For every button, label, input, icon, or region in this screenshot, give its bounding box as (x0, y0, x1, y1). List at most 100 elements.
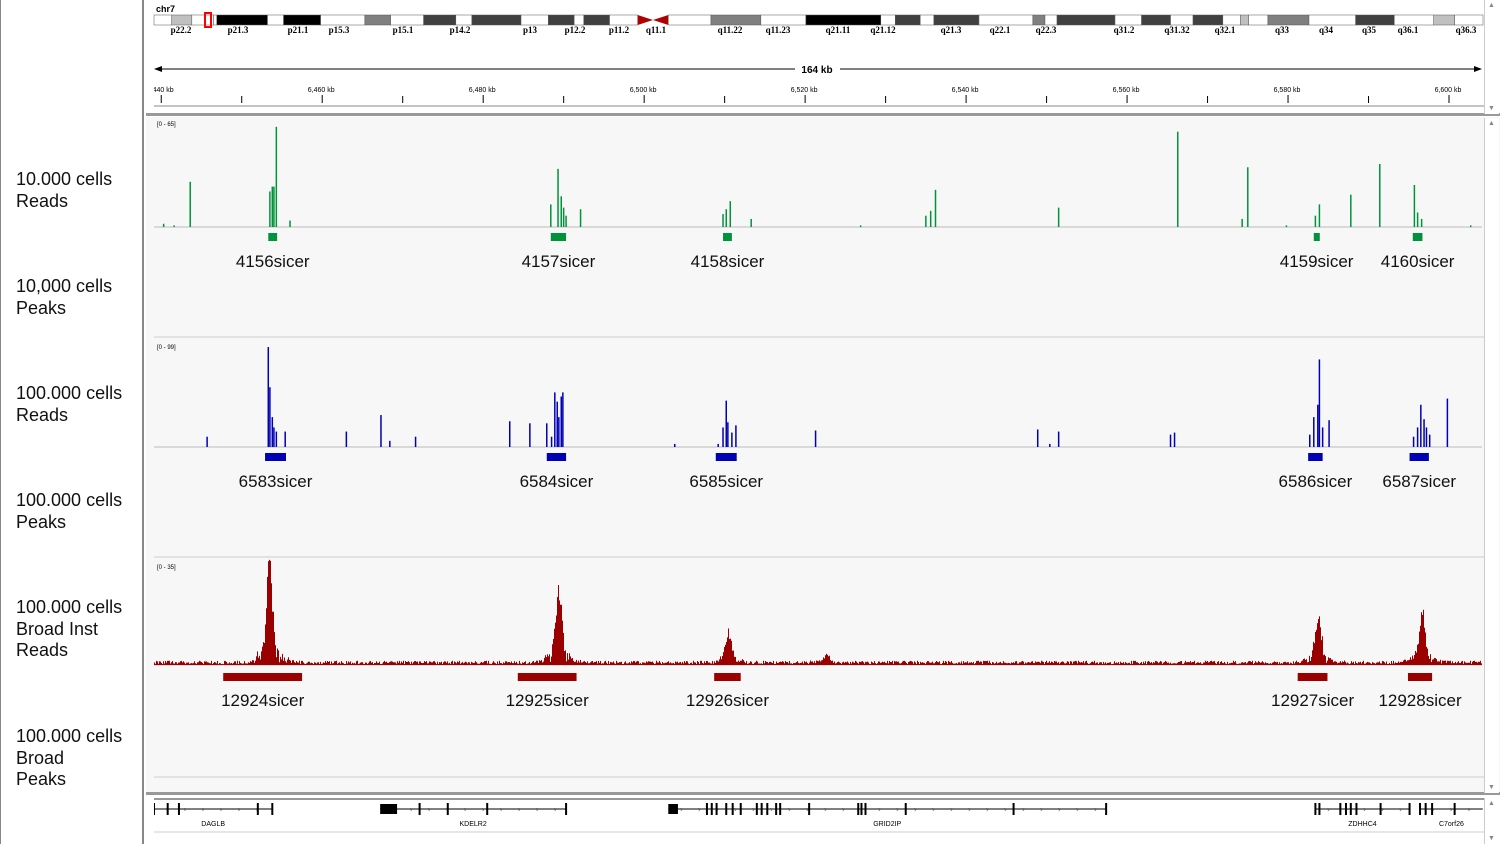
coverage-bar (1000, 661, 1001, 665)
coverage-bar (1009, 663, 1010, 665)
coverage-bar (1183, 663, 1184, 665)
coverage-bar (1463, 663, 1464, 665)
coverage-bar (209, 663, 210, 665)
coverage-bar (193, 663, 194, 665)
peak-label: 6583sicer (239, 472, 313, 491)
coverage-bar (374, 663, 375, 665)
coverage-bar (1104, 663, 1105, 665)
coverage-bar (1422, 614, 1423, 665)
data-range-label: [0 - 35] (157, 565, 176, 571)
coverage-bar (347, 663, 348, 665)
coverage-bar (1114, 661, 1115, 665)
cytoband (320, 14, 366, 26)
coverage-bar (1005, 662, 1006, 665)
coverage-bar (745, 663, 746, 665)
coverage-bar (1285, 225, 1288, 227)
coverage-bar (858, 663, 859, 665)
coverage-bar (1375, 663, 1376, 665)
cytoband (609, 14, 638, 26)
coverage-bar (1213, 661, 1214, 665)
coverage-bar (1452, 661, 1453, 665)
header-scrollbar[interactable]: ▲ ▼ (1484, 0, 1499, 114)
coverage-bar (522, 662, 523, 665)
coverage-bar (304, 663, 305, 665)
coverage-bar (656, 660, 657, 665)
coverage-bar (1317, 404, 1319, 447)
coverage-bar (1320, 627, 1321, 665)
coverage-bar (1481, 663, 1482, 665)
coverage-bar (273, 611, 274, 665)
coverage-bar (247, 663, 248, 665)
coverage-bar (271, 417, 274, 447)
coverage-bar (653, 662, 654, 665)
coverage-bar (1116, 662, 1117, 665)
peak-feature (268, 233, 278, 241)
coverage-bar (448, 663, 449, 665)
coverage-bar (1025, 662, 1026, 665)
coverage-bar (263, 642, 264, 665)
coverage-bar (1310, 660, 1311, 665)
coverage-bar (940, 663, 941, 665)
coverage-bar (750, 661, 751, 665)
coverage-bar (991, 664, 992, 665)
coverage-bar (735, 425, 737, 447)
coverage-bar (312, 663, 313, 665)
coverage-bar (1212, 661, 1213, 665)
exon (1105, 803, 1108, 815)
coverage-bar (484, 661, 485, 665)
coverage-bar (380, 664, 381, 665)
coverage-bar (1139, 663, 1140, 665)
chromosome-ideogram[interactable]: p22.2 p21.3 p21.1 p15.3 p15.1 p14.2 p13 p12.2 p1… (153, 12, 1484, 35)
coverage-bar (165, 660, 166, 665)
span-label: 164 kb (801, 65, 832, 76)
coverage-bar (385, 662, 386, 665)
ruler-tick-label: 6,440 kb (147, 87, 174, 94)
coverage-bar (1321, 427, 1324, 447)
coverage-bar (567, 653, 568, 665)
coverage-bar (819, 660, 820, 665)
coverage-bar (837, 662, 838, 665)
coverage-bar (1279, 662, 1280, 665)
coverage-bar (586, 662, 587, 665)
coverage-bar (679, 662, 680, 665)
coverage-bar (558, 584, 559, 665)
coverage-bar (810, 660, 811, 665)
coverage-bar (1440, 659, 1441, 665)
coverage-bar (993, 662, 994, 665)
coverage-bar (618, 662, 619, 665)
gene-scrollbar[interactable]: ▲ ▼ (1484, 798, 1499, 844)
coverage-bar (804, 661, 805, 665)
coverage-bar (471, 661, 472, 665)
coverage-bar (609, 664, 610, 665)
coverage-bar (1004, 662, 1005, 665)
coverage-bar (1362, 661, 1363, 665)
coverage-bar (1318, 359, 1321, 447)
coverage-bar (1243, 662, 1244, 665)
coverage-bar (870, 664, 871, 665)
coverage-bar (783, 661, 784, 665)
coverage-bar (612, 662, 613, 665)
coverage-bar (903, 660, 904, 665)
coverage-bar (564, 651, 565, 665)
coverage-bar (635, 662, 636, 665)
coverage-bar (882, 661, 883, 665)
coverage-bar (158, 663, 159, 665)
coverage-bar (1167, 662, 1168, 665)
coverage-bar (779, 662, 780, 665)
chromosome-label[interactable]: chr7 (156, 4, 175, 14)
coverage-bar (169, 660, 170, 665)
coverage-bar (1259, 661, 1260, 665)
coverage-bar (1393, 660, 1394, 665)
gene-track[interactable]: ››››››DAGLB››››››››››KDELR2›››››››››››››… (146, 798, 1484, 833)
coverage-bar (480, 662, 481, 665)
coverage-bar (190, 663, 191, 665)
coverage-bar (208, 662, 209, 665)
coverage-bar (185, 663, 186, 665)
coverage-bar (269, 559, 270, 665)
cytoband (1044, 14, 1058, 26)
coverage-bar (207, 662, 208, 665)
data-scrollbar[interactable]: ▲ ▼ (1484, 118, 1499, 793)
coverage-bar (1404, 659, 1405, 665)
coverage-bar (287, 659, 288, 665)
cytoband (1433, 14, 1455, 26)
